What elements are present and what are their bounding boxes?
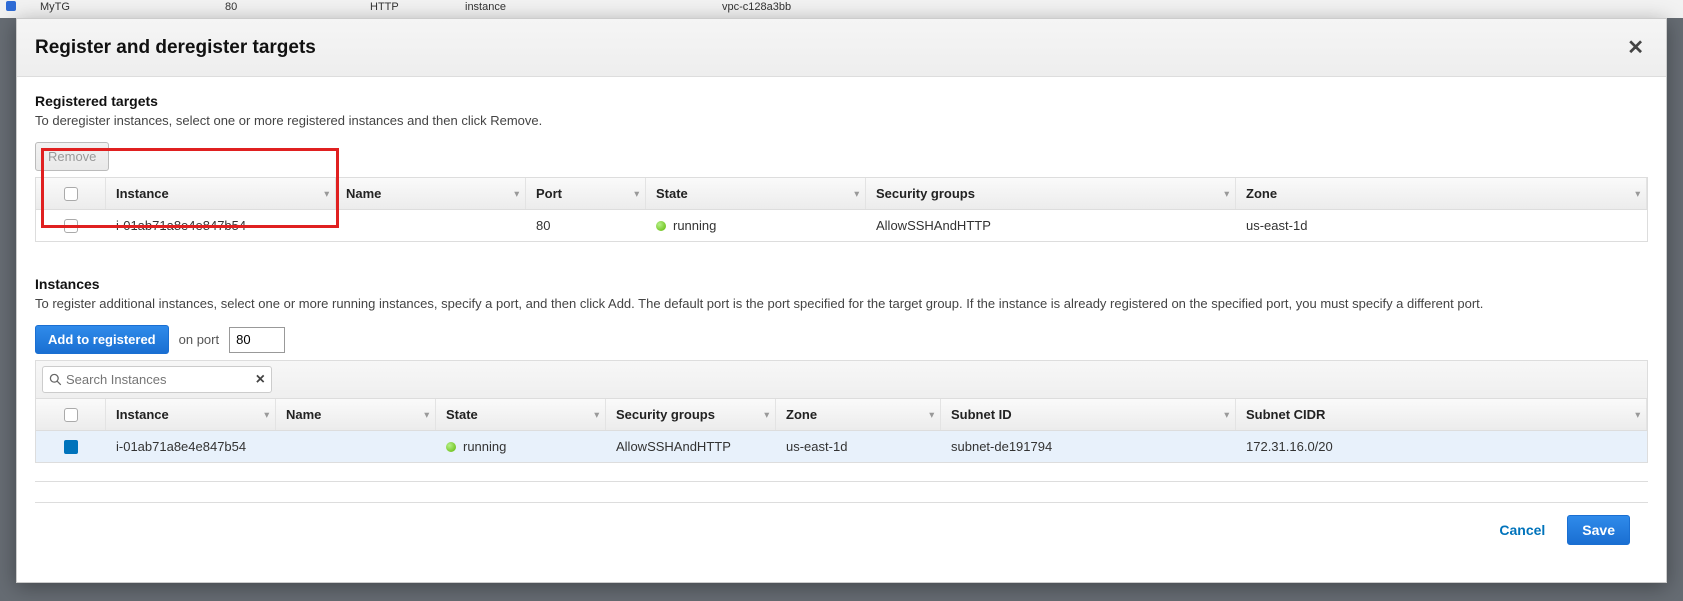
cell-name — [336, 210, 526, 241]
background-row-checkbox — [6, 1, 16, 11]
table-row[interactable]: i-01ab71a8e4e847b54 80 running AllowSSHA… — [36, 210, 1647, 241]
cancel-button[interactable]: Cancel — [1493, 521, 1551, 539]
bg-target: instance — [465, 1, 506, 13]
row-checkbox[interactable] — [64, 219, 78, 233]
col-instance[interactable]: Instance▾ — [106, 178, 336, 209]
cell-security-groups: AllowSSHAndHTTP — [866, 210, 1236, 241]
save-button[interactable]: Save — [1567, 515, 1630, 545]
col-state[interactable]: State▾ — [646, 178, 866, 209]
running-status-icon — [656, 221, 666, 231]
bg-vpc: vpc-c128a3bb — [722, 1, 791, 13]
sort-caret-icon: ▾ — [1635, 409, 1640, 420]
sort-caret-icon: ▾ — [1635, 188, 1640, 199]
clear-search-icon[interactable]: × — [256, 372, 265, 388]
cell-subnet-cidr: 172.31.16.0/20 — [1236, 431, 1647, 462]
background-target-group-row: MyTG 80 HTTP instance vpc-c128a3bb — [0, 0, 1683, 18]
on-port-input[interactable] — [229, 327, 285, 353]
col-checkbox[interactable] — [36, 399, 106, 430]
bg-port: 80 — [225, 1, 237, 13]
sort-caret-icon: ▾ — [594, 409, 599, 420]
select-all-checkbox[interactable] — [64, 187, 78, 201]
cell-name — [276, 431, 436, 462]
select-all-checkbox[interactable] — [64, 408, 78, 422]
cell-security-groups: AllowSSHAndHTTP — [606, 431, 776, 462]
instances-heading: Instances — [35, 276, 1648, 292]
col-checkbox[interactable] — [36, 178, 106, 209]
running-status-icon — [446, 442, 456, 452]
col-instance[interactable]: Instance▾ — [106, 399, 276, 430]
cell-instance: i-01ab71a8e4e847b54 — [106, 431, 276, 462]
modal-header: Register and deregister targets ✕ — [17, 19, 1666, 77]
col-security-groups[interactable]: Security groups▾ — [866, 178, 1236, 209]
col-subnet-cidr[interactable]: Subnet CIDR▾ — [1236, 399, 1647, 430]
instances-table: Instance▾ Name▾ State▾ Security groups▾ … — [35, 398, 1648, 463]
sort-caret-icon: ▾ — [324, 188, 329, 199]
sort-caret-icon: ▾ — [264, 409, 269, 420]
registered-targets-desc: To deregister instances, select one or m… — [35, 113, 1648, 128]
sort-caret-icon: ▾ — [1224, 409, 1229, 420]
col-name[interactable]: Name▾ — [276, 399, 436, 430]
register-targets-modal: Register and deregister targets ✕ Regist… — [16, 18, 1667, 583]
search-icon — [49, 373, 62, 386]
col-zone[interactable]: Zone▾ — [1236, 178, 1647, 209]
bg-protocol: HTTP — [370, 1, 399, 13]
sort-caret-icon: ▾ — [1224, 188, 1229, 199]
add-to-registered-button[interactable]: Add to registered — [35, 325, 169, 354]
search-input[interactable] — [62, 369, 256, 390]
cell-subnet-id: subnet-de191794 — [941, 431, 1236, 462]
cell-instance: i-01ab71a8e4e847b54 — [106, 210, 336, 241]
instances-table-header: Instance▾ Name▾ State▾ Security groups▾ … — [36, 399, 1647, 431]
registered-targets-table: Instance▾ Name▾ Port▾ State▾ Security gr… — [35, 177, 1648, 242]
sort-caret-icon: ▾ — [634, 188, 639, 199]
col-port[interactable]: Port▾ — [526, 178, 646, 209]
cell-port: 80 — [526, 210, 646, 241]
instances-desc: To register additional instances, select… — [35, 296, 1648, 311]
registered-table-header: Instance▾ Name▾ Port▾ State▾ Security gr… — [36, 178, 1647, 210]
table-row[interactable]: i-01ab71a8e4e847b54 running AllowSSHAndH… — [36, 431, 1647, 462]
sort-caret-icon: ▾ — [854, 188, 859, 199]
col-subnet-id[interactable]: Subnet ID▾ — [941, 399, 1236, 430]
instances-search-bar: × — [35, 360, 1648, 398]
col-name[interactable]: Name▾ — [336, 178, 526, 209]
col-zone[interactable]: Zone▾ — [776, 399, 941, 430]
cell-state: running — [436, 431, 606, 462]
modal-footer: Cancel Save — [35, 502, 1648, 557]
row-checkbox[interactable] — [64, 440, 78, 454]
sort-caret-icon: ▾ — [514, 188, 519, 199]
cell-zone: us-east-1d — [776, 431, 941, 462]
sort-caret-icon: ▾ — [424, 409, 429, 420]
on-port-label: on port — [179, 332, 219, 347]
cell-state: running — [646, 210, 866, 241]
sort-caret-icon: ▾ — [764, 409, 769, 420]
sort-caret-icon: ▾ — [929, 409, 934, 420]
registered-targets-heading: Registered targets — [35, 93, 1648, 109]
remove-button[interactable]: Remove — [35, 142, 109, 171]
col-security-groups[interactable]: Security groups▾ — [606, 399, 776, 430]
cell-zone: us-east-1d — [1236, 210, 1647, 241]
close-icon[interactable]: ✕ — [1623, 31, 1648, 64]
modal-title: Register and deregister targets — [35, 37, 1623, 59]
col-state[interactable]: State▾ — [436, 399, 606, 430]
bg-name: MyTG — [40, 1, 70, 13]
